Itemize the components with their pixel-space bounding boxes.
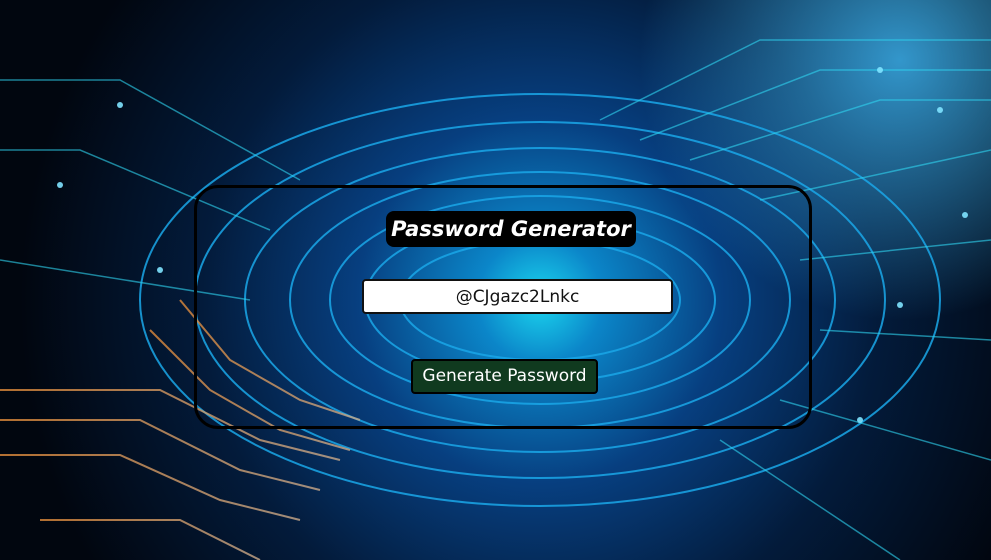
generate-password-button[interactable]: Generate Password	[411, 359, 598, 394]
password-output-field[interactable]	[362, 279, 673, 314]
app-title: Password Generator	[386, 211, 636, 247]
